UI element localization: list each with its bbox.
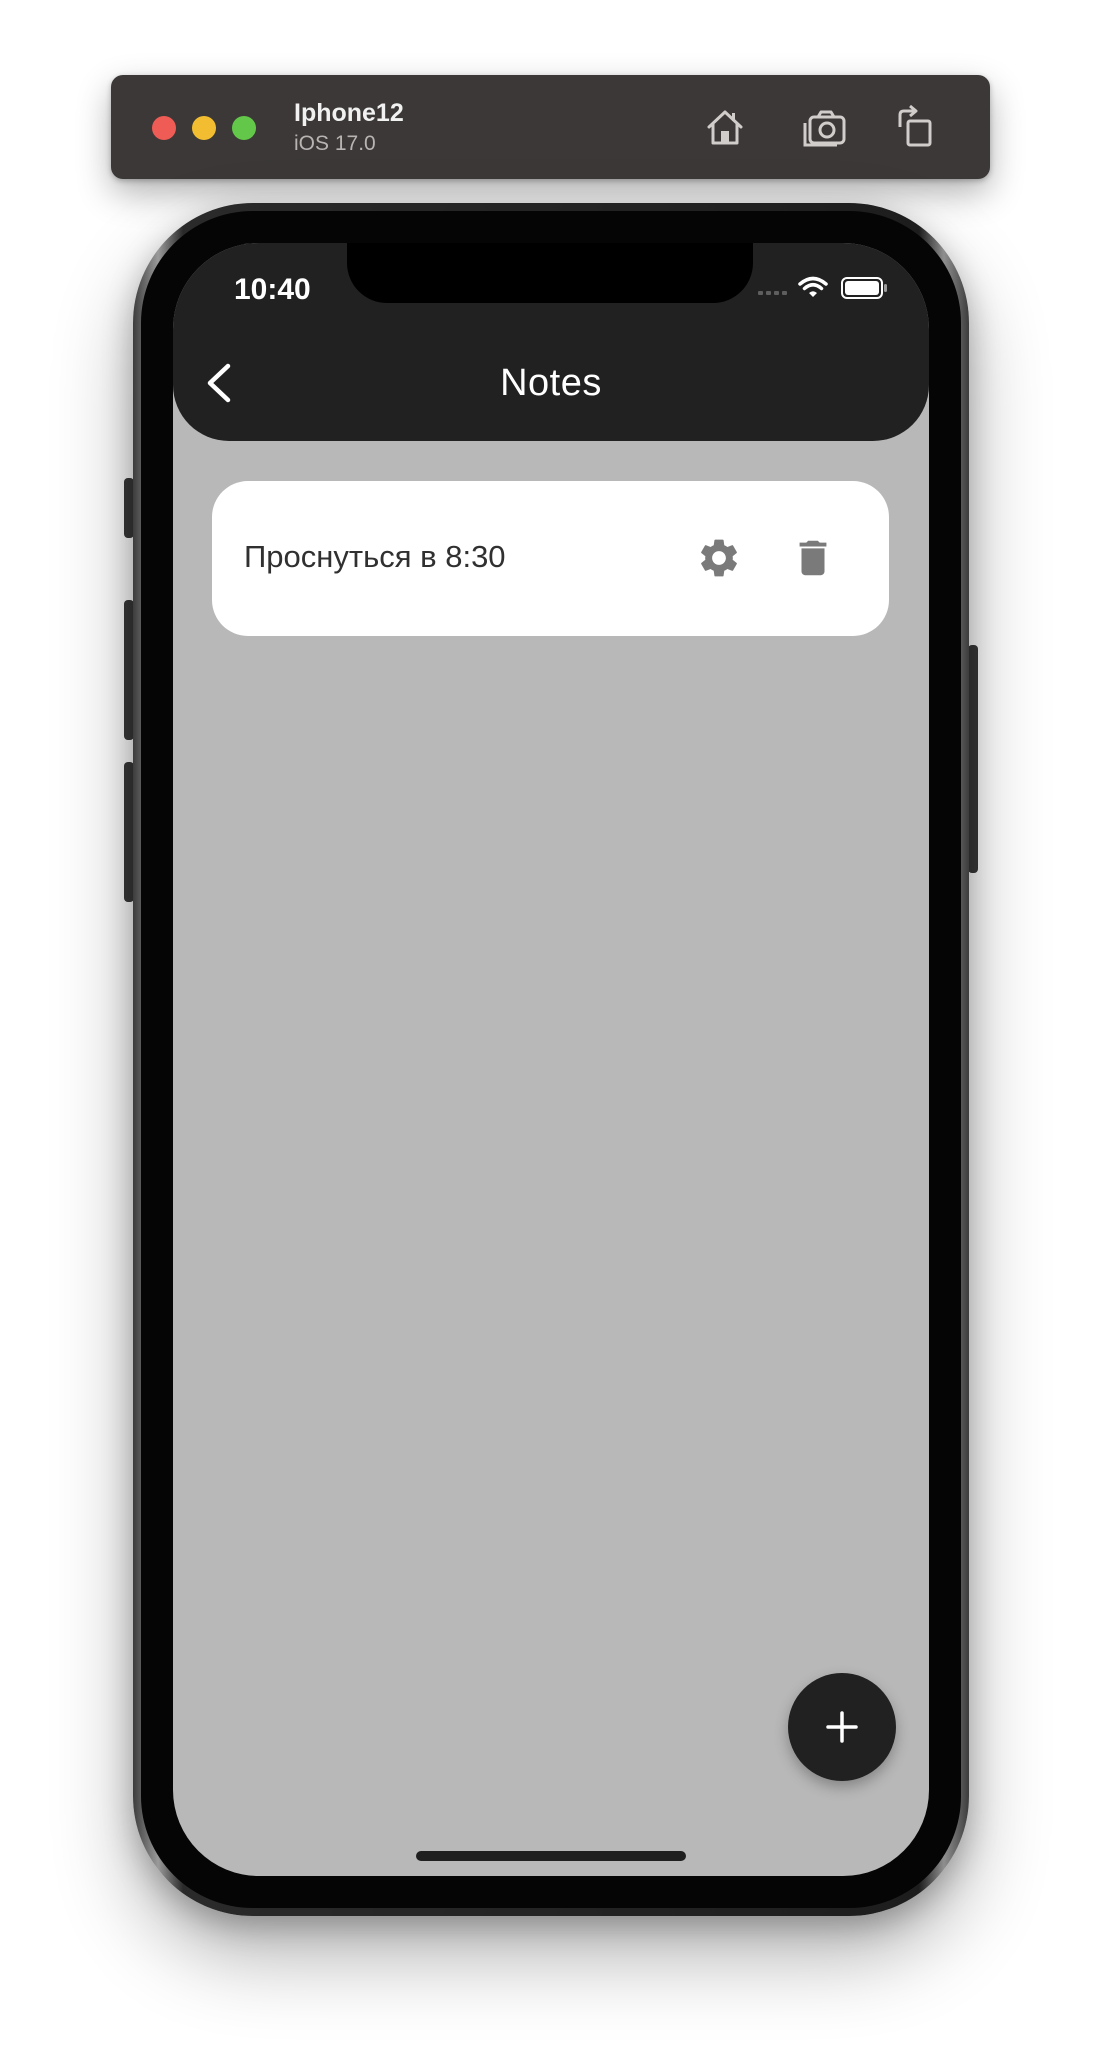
minimize-window-button[interactable] xyxy=(192,116,216,140)
home-icon xyxy=(707,110,743,145)
gear-icon xyxy=(701,539,737,577)
power-button xyxy=(968,645,978,873)
add-note-button[interactable] xyxy=(788,1673,896,1781)
page-title: Notes xyxy=(500,362,602,404)
rotate-button[interactable] xyxy=(890,103,938,151)
device-name: Iphone12 xyxy=(294,99,404,127)
close-window-button[interactable] xyxy=(152,116,176,140)
wifi-icon xyxy=(798,276,828,297)
home-button[interactable] xyxy=(701,103,749,151)
maximize-window-button[interactable] xyxy=(232,116,256,140)
edit-note-button[interactable] xyxy=(696,535,742,581)
note-card[interactable]: Проснуться в 8:30 xyxy=(212,481,889,636)
home-indicator[interactable] xyxy=(416,1851,686,1861)
simulator-window: Iphone12 iOS 17.0 10:40 Notes Проснуться… xyxy=(0,0,1100,2068)
status-time: 10:40 xyxy=(234,273,311,306)
device-os-version: iOS 17.0 xyxy=(294,132,376,155)
screenshot-button[interactable] xyxy=(801,103,849,151)
notch xyxy=(347,243,753,303)
trash-icon xyxy=(799,540,827,576)
delete-note-button[interactable] xyxy=(790,535,836,581)
status-icons xyxy=(758,276,887,299)
battery-icon xyxy=(841,277,887,299)
plus-icon xyxy=(826,1711,858,1743)
note-text: Проснуться в 8:30 xyxy=(244,539,506,574)
phone-screen: 10:40 Notes Проснуться в 8:30 xyxy=(173,243,929,1876)
rotate-icon xyxy=(898,104,932,147)
screenshot-icon xyxy=(803,110,846,147)
cellular-icon xyxy=(758,291,787,295)
